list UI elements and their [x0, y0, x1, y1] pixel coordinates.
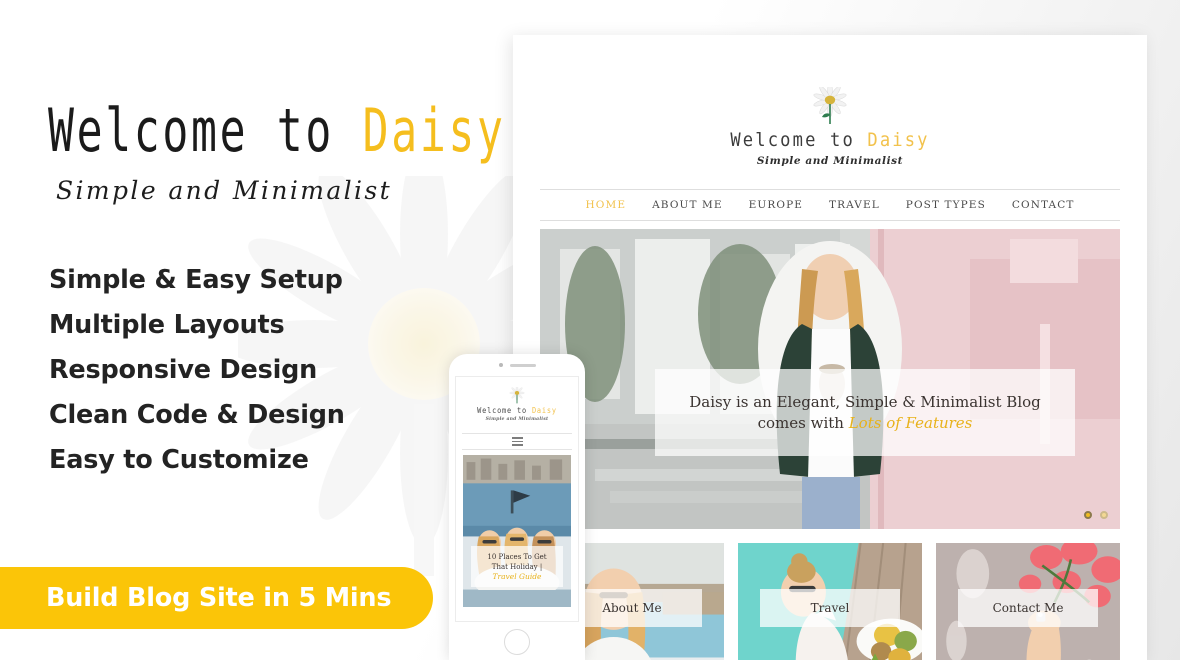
phone-top-bar — [449, 354, 585, 376]
mobile-post-title-line1: 10 Places To Get — [487, 553, 547, 561]
slider-dot-1[interactable] — [1084, 511, 1092, 519]
category-card-travel[interactable]: Travel — [738, 543, 922, 660]
mobile-logo-tagline: Simple and Minimalist — [485, 417, 549, 422]
nav-item-post-types[interactable]: POST TYPES — [906, 199, 986, 211]
list-item: Clean Code & Design — [49, 400, 345, 430]
mobile-featured-post[interactable]: 10 Places To Get That Holiday | Travel G… — [463, 455, 571, 607]
hero-caption-line2-accent: Lots of Features — [848, 413, 973, 432]
nav-item-contact[interactable]: CONTACT — [1012, 199, 1075, 211]
hero-caption: Daisy is an Elegant, Simple & Minimalist… — [655, 369, 1075, 456]
site-logo[interactable]: Welcome to Daisy Simple and Minimalist — [513, 87, 1147, 167]
mobile-post-title-line2: That Holiday | — [491, 562, 543, 571]
list-item: Easy to Customize — [49, 445, 309, 475]
page-title-accent: Daisy — [362, 96, 506, 166]
nav-item-travel[interactable]: TRAVEL — [829, 199, 880, 211]
cta-label: Build Blog Site in 5 Mins — [46, 583, 392, 613]
mobile-post-category: Travel Guide — [492, 572, 542, 581]
mobile-post-caption: 10 Places To Get That Holiday | Travel G… — [471, 546, 563, 587]
site-main-navigation: HOME ABOUT ME EUROPE TRAVEL POST TYPES C… — [540, 189, 1120, 221]
featured-category-cards: About Me Travel Contact Me — [540, 543, 1120, 660]
travel-card-label: Travel — [760, 589, 900, 627]
contact-me-card-label: Contact Me — [958, 589, 1098, 627]
page-subtitle: Simple and Minimalist — [56, 176, 393, 205]
hero-caption-line2-prefix: comes with — [757, 413, 849, 432]
hero-caption-line1: Daisy is an Elegant, Simple & Minimalist… — [689, 392, 1041, 411]
nav-item-europe[interactable]: EUROPE — [749, 199, 803, 211]
slider-dot-2[interactable] — [1100, 511, 1108, 519]
nav-item-about-me[interactable]: ABOUT ME — [652, 199, 723, 211]
phone-screen: Welcome to Daisy Simple and Minimalist 1… — [455, 376, 579, 622]
phone-home-button[interactable] — [504, 629, 530, 655]
mobile-menu-button[interactable] — [462, 433, 572, 450]
build-blog-site-cta-button[interactable]: Build Blog Site in 5 Mins — [0, 567, 433, 629]
site-logo-title-main: Welcome to — [730, 129, 868, 151]
desktop-site-preview: Welcome to Daisy Simple and Minimalist H… — [513, 35, 1147, 660]
nav-item-home[interactable]: HOME — [586, 199, 627, 211]
mobile-logo-title-main: Welcome to — [477, 406, 532, 415]
category-card-contact-me[interactable]: Contact Me — [936, 543, 1120, 660]
hero-slider: Daisy is an Elegant, Simple & Minimalist… — [540, 229, 1120, 529]
hero-caption-line2: comes with Lots of Features — [758, 413, 973, 434]
mobile-logo-title-accent: Daisy — [531, 406, 557, 415]
list-item: Simple & Easy Setup — [49, 265, 343, 295]
daisy-flower-icon — [509, 387, 525, 404]
page-title: Welcome to Daisy — [48, 96, 506, 166]
page-title-main: Welcome to — [48, 96, 363, 166]
hamburger-menu-icon — [511, 437, 523, 446]
phone-speaker-icon — [509, 363, 536, 367]
site-logo-title-accent: Daisy — [867, 129, 930, 151]
promo-left-panel: Welcome to Daisy Simple and Minimalist S… — [0, 0, 503, 660]
mobile-logo-title: Welcome to Daisy — [461, 406, 573, 415]
mobile-site-preview: Welcome to Daisy Simple and Minimalist 1… — [449, 354, 585, 660]
phone-camera-icon — [498, 363, 503, 367]
mobile-site-logo[interactable]: Welcome to Daisy Simple and Minimalist — [456, 387, 578, 422]
site-logo-title: Welcome to Daisy — [545, 129, 1116, 151]
feature-list: Simple & Easy Setup Multiple Layouts Res… — [49, 258, 345, 483]
site-logo-tagline: Simple and Minimalist — [756, 155, 904, 167]
slider-pagination-dots — [1084, 511, 1108, 519]
daisy-flower-icon — [813, 87, 847, 124]
list-item: Responsive Design — [49, 355, 318, 385]
list-item: Multiple Layouts — [49, 310, 285, 340]
